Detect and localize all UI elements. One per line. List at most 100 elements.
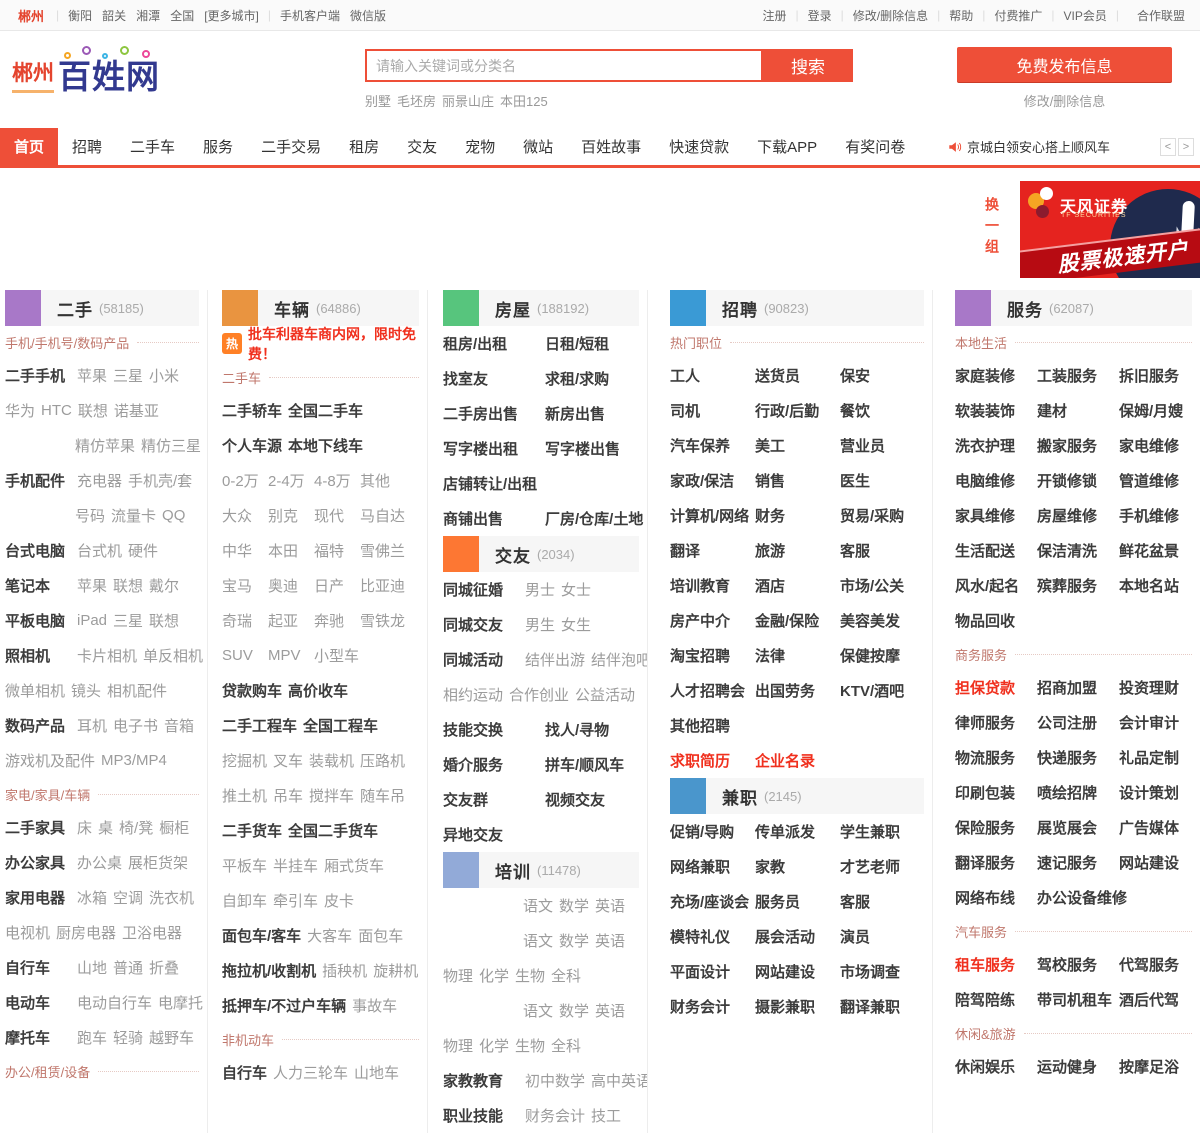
category-link[interactable]: 金融/保险 xyxy=(755,610,835,631)
category-link[interactable]: 新房出售 xyxy=(545,403,641,424)
sub-link[interactable]: 女生 xyxy=(561,614,591,635)
sub-link[interactable]: 苹果 xyxy=(77,575,107,596)
edit-delete-link[interactable]: 修改/删除信息 xyxy=(1024,91,1106,110)
sub-link[interactable]: 中华 xyxy=(222,540,263,561)
category-link[interactable]: 二手手机 xyxy=(5,365,71,386)
search-input[interactable] xyxy=(365,49,763,82)
category-link[interactable]: 笔记本 xyxy=(5,575,71,596)
category-link[interactable]: 家电维修 xyxy=(1119,435,1196,456)
sub-link[interactable]: 现代 xyxy=(314,505,355,526)
nav-item[interactable]: 下载APP xyxy=(743,128,831,165)
category-link[interactable]: 保健按摩 xyxy=(840,645,920,666)
category-link[interactable]: 司机 xyxy=(670,400,750,421)
sub-link[interactable]: 椅/凳 xyxy=(119,817,153,838)
post-info-button[interactable]: 免费发布信息 xyxy=(957,47,1172,82)
category-link[interactable]: 建材 xyxy=(1037,400,1114,421)
sub-link[interactable]: 公益活动 xyxy=(575,684,635,705)
category-link[interactable]: 工装服务 xyxy=(1037,365,1114,386)
sub-link[interactable]: 电子书 xyxy=(113,715,158,736)
sub-link[interactable]: 生物 xyxy=(515,1035,545,1056)
promo-link[interactable]: 批车利器车商内网，限时免费！ xyxy=(248,324,427,364)
site-logo[interactable]: 郴州 百姓网 xyxy=(12,57,160,93)
category-title[interactable]: 交友 xyxy=(495,542,531,567)
category-link[interactable]: 二手货车 xyxy=(222,820,282,841)
category-link[interactable]: 找室友 xyxy=(443,368,539,389)
category-link[interactable]: 网络布线 xyxy=(955,887,1032,908)
category-link[interactable]: 家庭装修 xyxy=(955,365,1032,386)
category-link[interactable]: 按摩足浴 xyxy=(1119,1056,1196,1077)
category-link[interactable]: 平板电脑 xyxy=(5,610,71,631)
category-link[interactable]: 生活配送 xyxy=(955,540,1032,561)
sub-link[interactable]: 越野车 xyxy=(149,1027,194,1048)
category-link[interactable]: 洗衣护理 xyxy=(955,435,1032,456)
sub-link[interactable]: 女士 xyxy=(561,579,591,600)
sub-link[interactable]: iPad xyxy=(77,612,107,629)
category-link[interactable]: 本地下线车 xyxy=(288,435,363,456)
category-link[interactable]: 法律 xyxy=(755,645,835,666)
category-link[interactable]: 管道维修 xyxy=(1119,470,1196,491)
sub-link[interactable]: 英语 xyxy=(595,1000,625,1021)
sub-link[interactable]: 卫浴电器 xyxy=(122,922,182,943)
category-link[interactable]: 酒后代驾 xyxy=(1119,989,1196,1010)
category-link[interactable]: 贸易/采购 xyxy=(840,505,920,526)
sub-link[interactable]: 男士 xyxy=(525,579,555,600)
category-link[interactable]: 同城活动 xyxy=(443,649,519,670)
sub-link[interactable]: 相约运动 xyxy=(443,684,503,705)
sub-link[interactable]: 精仿苹果 xyxy=(75,435,135,456)
category-link[interactable]: 异地交友 xyxy=(443,824,539,845)
category-link[interactable]: 贷款购车 xyxy=(222,680,282,701)
sub-link[interactable]: 游戏机及配件 xyxy=(5,750,95,771)
next-button[interactable]: > xyxy=(1178,138,1194,156)
category-link[interactable]: 找人/寻物 xyxy=(545,719,641,740)
topbar-link[interactable]: 帮助 xyxy=(949,7,973,24)
sub-link[interactable]: 语文 xyxy=(523,895,553,916)
category-link[interactable]: 全国二手车 xyxy=(288,400,363,421)
category-link[interactable]: 喷绘招牌 xyxy=(1037,782,1114,803)
category-link[interactable]: 驾校服务 xyxy=(1037,954,1114,975)
sub-link[interactable]: 橱柜 xyxy=(159,817,189,838)
sub-link[interactable]: 厢式货车 xyxy=(324,855,384,876)
sub-link[interactable]: 压路机 xyxy=(360,750,405,771)
sub-link[interactable]: 小型车 xyxy=(314,645,359,666)
category-link[interactable]: 销售 xyxy=(755,470,835,491)
change-group-button[interactable]: 换一组 xyxy=(982,197,1002,260)
category-link[interactable]: 印刷包装 xyxy=(955,782,1032,803)
category-title[interactable]: 培训 xyxy=(495,858,531,883)
sub-link[interactable]: 高中英语 xyxy=(591,1070,647,1091)
nav-item[interactable]: 交友 xyxy=(393,128,451,165)
sub-link[interactable]: 0-2万 xyxy=(222,470,263,491)
sub-link[interactable]: 本田 xyxy=(268,540,309,561)
city-link[interactable]: 全国 xyxy=(170,9,194,23)
sub-link[interactable]: 生物 xyxy=(515,965,545,986)
sub-link[interactable]: 跑车 xyxy=(77,1027,107,1048)
sub-link[interactable]: 单反相机 xyxy=(143,645,203,666)
category-link[interactable]: 视频交友 xyxy=(545,789,641,810)
sub-link[interactable]: 联想 xyxy=(78,400,108,421)
category-link[interactable]: 二手轿车 xyxy=(222,400,282,421)
category-link[interactable]: 客服 xyxy=(840,540,920,561)
topbar-link[interactable]: 修改/删除信息 xyxy=(853,7,928,24)
sub-link[interactable]: 华为 xyxy=(5,400,35,421)
sub-link[interactable]: 推土机 xyxy=(222,785,267,806)
category-link[interactable]: 财务 xyxy=(755,505,835,526)
nav-item[interactable]: 招聘 xyxy=(58,128,116,165)
category-link[interactable]: 开锁修锁 xyxy=(1037,470,1114,491)
sub-link[interactable]: 宝马 xyxy=(222,575,263,596)
sub-link[interactable]: 英语 xyxy=(595,930,625,951)
category-link[interactable]: 同城交友 xyxy=(443,614,519,635)
sub-link[interactable]: 厨房电器 xyxy=(56,922,116,943)
category-link[interactable]: 物流服务 xyxy=(955,747,1032,768)
category-link[interactable]: 网络兼职 xyxy=(670,856,750,877)
sub-link[interactable]: 轻骑 xyxy=(113,1027,143,1048)
category-link[interactable]: 摄影兼职 xyxy=(755,996,835,1017)
sub-link[interactable]: 财务会计 xyxy=(525,1105,585,1126)
sub-link[interactable]: 英语 xyxy=(595,895,625,916)
sub-link[interactable]: 大客车 xyxy=(307,925,352,946)
topbar-link[interactable]: 注册 xyxy=(762,7,786,24)
sub-link[interactable]: 人力三轮车 xyxy=(273,1062,348,1083)
sub-link[interactable]: 全科 xyxy=(551,965,581,986)
category-link[interactable]: 带司机租车 xyxy=(1037,989,1114,1010)
category-link[interactable]: 展会活动 xyxy=(755,926,835,947)
category-link[interactable]: 展览展会 xyxy=(1037,817,1114,838)
category-link[interactable]: 家教 xyxy=(755,856,835,877)
